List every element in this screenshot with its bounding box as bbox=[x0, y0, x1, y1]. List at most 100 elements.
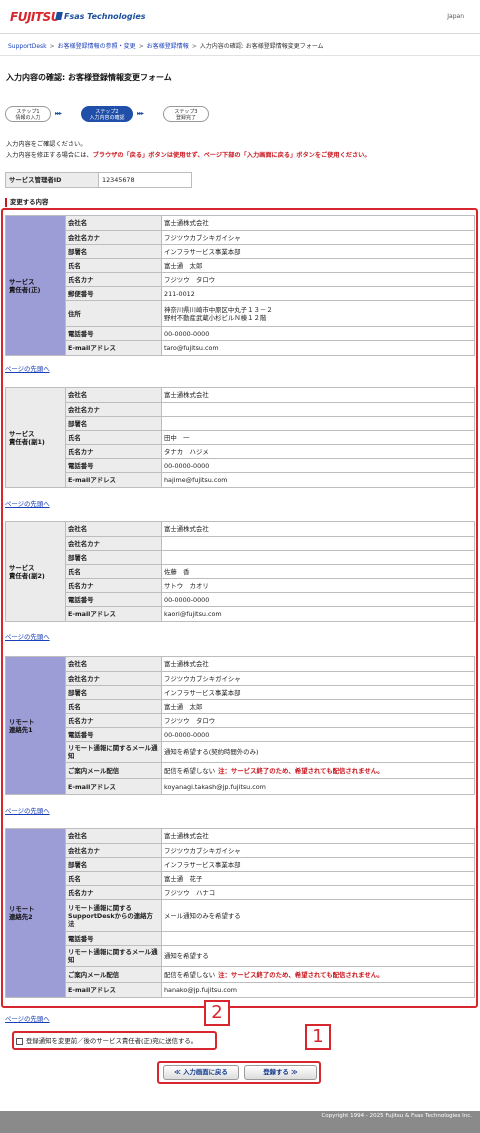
breadcrumb-divider bbox=[0, 55, 480, 56]
group-row: 氏名 富士通 太郎 bbox=[6, 699, 475, 714]
field-value: 田中 一 bbox=[161, 430, 475, 445]
field-value bbox=[161, 416, 475, 431]
field-value-text: 佐藤 香 bbox=[164, 567, 190, 576]
step-1-label: 情報の入力 bbox=[15, 115, 41, 121]
group-row: 会社名カナ bbox=[6, 536, 475, 551]
fsas-logo[interactable]: Fsas Technologies bbox=[55, 12, 146, 22]
field-value: hajime@fujitsu.com bbox=[161, 472, 475, 488]
field-value bbox=[161, 536, 475, 551]
group-row: 氏名カナ タナカ ハジメ bbox=[6, 444, 475, 459]
back-to-top-link[interactable]: ページの先頭へ bbox=[5, 500, 50, 508]
field-label: 会社名 bbox=[65, 828, 162, 844]
group-row: サービス 責任者(正) 会社名 富士通株式会社 bbox=[5, 215, 475, 356]
field-value-text: hajime@fujitsu.com bbox=[164, 476, 228, 484]
field-value-text: インフラサービス事業本部 bbox=[164, 247, 241, 256]
service-admin-row: サービス管理者ID 12345678 bbox=[5, 172, 192, 188]
group-row: リモート 連絡先2 会社名 富士通株式会社 bbox=[5, 828, 475, 998]
group-row: ご案内メール配信 配信を希望しない 注：サービス終了のため、希望されても配信されませ… bbox=[6, 966, 475, 983]
field-value: フジツウカブシキガイシャ bbox=[161, 671, 475, 686]
breadcrumb-supportdesk[interactable]: SupportDesk bbox=[8, 43, 47, 50]
fsas-brand-text: Fsas Technologies bbox=[64, 12, 146, 21]
field-note: 注：サービス終了のため、希望されても配信されません。 bbox=[218, 766, 384, 775]
field-label: ご案内メール配信 bbox=[65, 762, 162, 779]
fsas-mark-icon bbox=[55, 12, 63, 20]
field-value: koyanagi.takash@jp.fujitsu.com bbox=[161, 778, 475, 795]
field-value-text: 富士通株式会社 bbox=[164, 391, 209, 399]
field-value: メール通知のみを希望する bbox=[161, 899, 475, 932]
notify-highlight-box bbox=[12, 1031, 217, 1050]
breadcrumb-current: 入力内容の確認: お客様登録情報変更フォーム bbox=[199, 43, 324, 50]
group-title: サービス 責任者(正) bbox=[5, 215, 66, 356]
field-value-text: フジツウ タロウ bbox=[164, 275, 216, 284]
field-value: 通知を希望する bbox=[161, 945, 475, 967]
field-label: 氏名 bbox=[65, 699, 162, 714]
field-value: 佐藤 香 bbox=[161, 564, 475, 579]
field-value-text: インフラサービス事業本部 bbox=[164, 688, 241, 697]
group-table-service-sub1: サービス 責任者(副1) 会社名 富士通株式会社 会社名カナ 部署名 氏名 田中 一氏名カナ… bbox=[5, 387, 475, 488]
back-to-top-link[interactable]: ページの先頭へ bbox=[5, 633, 50, 641]
group-row: 電話番号 00-0000-0000 bbox=[6, 727, 475, 742]
group-row: 氏名カナ フジツウ ハナコ bbox=[6, 885, 475, 900]
breadcrumb-customer-info-view[interactable]: お客様登録情報の参照・変更 bbox=[58, 43, 136, 50]
field-value-text: 00-0000-0000 bbox=[164, 730, 210, 739]
field-label: 氏名 bbox=[65, 871, 162, 886]
field-label: 電話番号 bbox=[65, 326, 162, 341]
back-to-top-link[interactable]: ページの先頭へ bbox=[5, 1015, 50, 1023]
field-value: 富士通株式会社 bbox=[161, 521, 475, 537]
annotation-badge-1: 1 bbox=[305, 1024, 331, 1050]
group-row: 氏名 田中 一 bbox=[6, 430, 475, 445]
field-value: インフラサービス事業本部 bbox=[161, 244, 475, 259]
field-value: フジツウ タロウ bbox=[161, 272, 475, 287]
field-label: リモート通報に関するSupportDeskからの連絡方法 bbox=[65, 899, 162, 932]
back-to-top-link[interactable]: ページの先頭へ bbox=[5, 807, 50, 815]
field-value: サトウ カオリ bbox=[161, 578, 475, 593]
group-row: E-mailアドレス taro@fujitsu.com bbox=[6, 340, 475, 356]
field-label: 電話番号 bbox=[65, 592, 162, 607]
field-note: 注：サービス終了のため、希望されても配信されません。 bbox=[218, 970, 384, 979]
field-label: 会社名カナ bbox=[65, 230, 162, 245]
fujitsu-logo[interactable]: FUJITSU bbox=[10, 10, 60, 25]
field-label: 氏名カナ bbox=[65, 272, 162, 287]
group-table-service-sub2: サービス 責任者(副2) 会社名 富士通株式会社 会社名カナ 部署名 氏名 佐藤 香氏名カナ… bbox=[5, 521, 475, 622]
group-row: 氏名カナ フジツウ タロウ bbox=[6, 272, 475, 287]
field-value: 00-0000-0000 bbox=[161, 727, 475, 742]
language-label: Japan bbox=[447, 13, 464, 20]
field-value: フジツウ ハナコ bbox=[161, 885, 475, 900]
field-value: 富士通 太郎 bbox=[161, 258, 475, 273]
field-value bbox=[161, 550, 475, 565]
intro-text: 入力内容をご確認ください。 入力内容を修正する場合には、ブラウザの「戻る」ボタン… bbox=[6, 139, 371, 161]
field-label: 会社名カナ bbox=[65, 402, 162, 417]
field-value-text: 田中 一 bbox=[164, 433, 190, 442]
breadcrumb-customer-info[interactable]: お客様登録情報 bbox=[147, 43, 189, 50]
register-button[interactable]: 登録する ≫ bbox=[244, 1065, 317, 1080]
breadcrumb-separator: > bbox=[138, 43, 144, 50]
field-label: 氏名 bbox=[65, 430, 162, 445]
field-value: 00-0000-0000 bbox=[161, 458, 475, 473]
field-label: 部署名 bbox=[65, 244, 162, 259]
field-value-text: フジツウ ハナコ bbox=[164, 888, 216, 897]
field-value: フジツウ タロウ bbox=[161, 713, 475, 728]
field-value-text: 富士通 花子 bbox=[164, 874, 203, 883]
field-label: 会社名 bbox=[65, 215, 162, 231]
group-row: 会社名カナ フジツウカブシキガイシャ bbox=[6, 671, 475, 686]
intro-warning: ブラウザの「戻る」ボタンは使用せず、ページ下部の「入力画面に戻る」ボタンをご使用… bbox=[92, 152, 371, 159]
field-value-text: taro@fujitsu.com bbox=[164, 344, 219, 352]
site-footer: Copyright 1994 - 2025 Fujitsu & Fsas Tec… bbox=[0, 1111, 480, 1133]
back-to-input-button[interactable]: ≪ 入力画面に戻る bbox=[163, 1065, 239, 1080]
step-2: ステップ2 入力内容の確認 bbox=[81, 106, 133, 122]
step-arrow-icon: ▸▸▸ bbox=[137, 110, 144, 117]
field-value: kaori@fujitsu.com bbox=[161, 606, 475, 622]
field-value: hanako@jp.fujitsu.com bbox=[161, 982, 475, 998]
group-row: リモート通報に関するメール通知 通知を希望する(契約時間外のみ) bbox=[6, 741, 475, 763]
field-value-text: フジツウ タロウ bbox=[164, 716, 216, 725]
group-row: 氏名 富士通 太郎 bbox=[6, 258, 475, 273]
service-admin-table: サービス管理者ID 12345678 bbox=[5, 172, 192, 188]
breadcrumb-separator: > bbox=[49, 43, 55, 50]
group-title: サービス 責任者(副1) bbox=[5, 387, 66, 488]
field-value-text: hanako@jp.fujitsu.com bbox=[164, 986, 237, 994]
group-row: ご案内メール配信 配信を希望しない 注：サービス終了のため、希望されても配信されませ… bbox=[6, 762, 475, 779]
field-value-text: 00-0000-0000 bbox=[164, 595, 210, 604]
field-label: 住所 bbox=[65, 300, 162, 327]
field-label: 氏名カナ bbox=[65, 578, 162, 593]
back-to-top-link[interactable]: ページの先頭へ bbox=[5, 365, 50, 373]
